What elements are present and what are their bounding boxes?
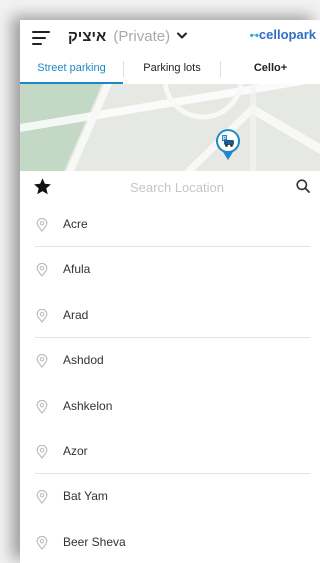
account-title[interactable]: איציק (Private) xyxy=(68,27,170,47)
location-pin-icon xyxy=(36,444,48,459)
list-item-afula[interactable]: Afula xyxy=(20,247,320,292)
app-header: איציק (Private) •ᐧ•cellopark xyxy=(20,20,320,54)
chevron-down-icon[interactable] xyxy=(177,32,187,40)
tab-street-parking[interactable]: Street parking xyxy=(20,54,123,84)
location-pin-icon xyxy=(36,399,48,414)
location-label: Bat Yam xyxy=(63,489,108,504)
location-pin-icon xyxy=(36,490,48,505)
user-name: איציק xyxy=(68,28,107,45)
app-screen: איציק (Private) •ᐧ•cellopark Street park… xyxy=(20,20,320,563)
location-pin-icon xyxy=(36,263,48,278)
location-list: Acre Afula Arad Ashdod Ashkelon Azor Bat… xyxy=(20,202,320,563)
location-label: Afula xyxy=(63,262,91,277)
list-item-ashkelon[interactable]: Ashkelon xyxy=(20,384,320,429)
location-label: Acre xyxy=(63,217,88,231)
list-item-acre[interactable]: Acre xyxy=(20,202,320,248)
list-item-bat-yam[interactable]: Bat Yam xyxy=(20,474,320,519)
map-canvas xyxy=(20,84,320,185)
search-location-input[interactable] xyxy=(65,176,289,198)
location-label: Azor xyxy=(63,443,88,458)
location-label: Ashkelon xyxy=(63,398,113,413)
location-pin-icon xyxy=(36,535,48,550)
location-label: Beer Sheva xyxy=(63,534,126,549)
favorites-star-icon[interactable] xyxy=(33,177,52,196)
logo-dots-icon: •ᐧ• xyxy=(249,30,259,42)
search-bar xyxy=(20,171,320,201)
brand-name: cellopark xyxy=(258,27,316,42)
location-pin-icon xyxy=(36,354,48,369)
hamburger-menu-icon[interactable] xyxy=(32,31,50,45)
account-type: (Private) xyxy=(113,28,171,45)
parking-car-icon[interactable]: P xyxy=(214,127,242,161)
brand-logo: •ᐧ•cellopark xyxy=(250,27,316,42)
search-icon[interactable] xyxy=(296,179,310,193)
location-pin-icon xyxy=(36,218,48,232)
list-item-beer-sheva[interactable]: Beer Sheva xyxy=(20,520,320,563)
list-item-ashdod[interactable]: Ashdod xyxy=(20,338,320,383)
location-label: Arad xyxy=(63,307,89,322)
tab-cello-plus[interactable]: Cello+ xyxy=(221,54,320,84)
map-view[interactable]: P xyxy=(20,84,320,185)
parking-tabs: Street parking Parking lots Cello+ xyxy=(20,54,320,85)
list-item-azor[interactable]: Azor xyxy=(20,429,320,475)
location-label: Ashdod xyxy=(63,353,104,368)
list-item-arad[interactable]: Arad xyxy=(20,293,320,339)
location-pin-icon xyxy=(36,308,48,323)
tab-parking-lots[interactable]: Parking lots xyxy=(124,54,220,84)
